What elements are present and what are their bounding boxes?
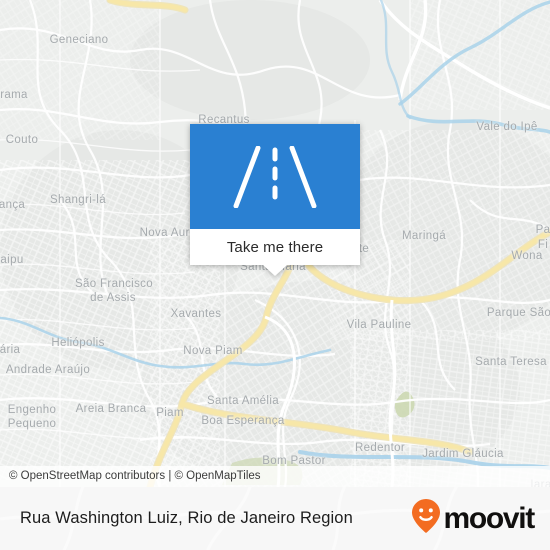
callout-action-bar[interactable]: Take me there: [190, 229, 360, 276]
map-attribution: © OpenStreetMap contributors | © OpenMap…: [0, 466, 550, 487]
take-me-there-label: Take me there: [226, 238, 324, 256]
callout-tail: [263, 265, 287, 276]
page-title: Rua Washington Luiz, Rio de Janeiro Regi…: [20, 509, 353, 527]
moovit-logo: moovit: [411, 487, 535, 550]
moovit-pin-icon: [411, 498, 441, 539]
road-icon: [232, 145, 318, 208]
map-page: Geneciano rama Couto Recantus Vale do Ipê Sha…: [0, 0, 550, 550]
footer-bar: Rua Washington Luiz, Rio de Janeiro Regi…: [0, 487, 550, 550]
moovit-wordmark: moovit: [443, 501, 535, 535]
take-me-there-callout[interactable]: Take me there: [190, 124, 360, 276]
callout-icon-panel: [190, 124, 360, 229]
